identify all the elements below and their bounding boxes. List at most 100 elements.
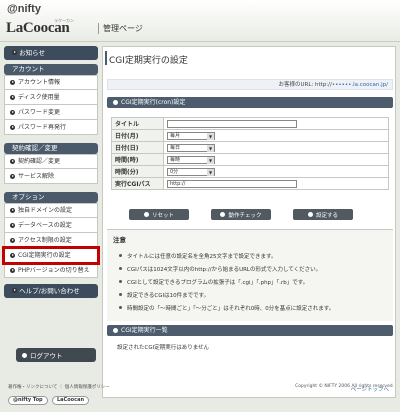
sidebar-item-label: ディスク使用量 xyxy=(18,93,60,101)
arrow-icon xyxy=(10,94,15,100)
note-item: 設定できるCGIは10件までです。 xyxy=(119,291,209,299)
sidebar-item-disk-usage[interactable]: ディスク使用量 xyxy=(4,90,98,105)
sidebar-item-access-limit[interactable]: アクセス制限の設定 xyxy=(4,233,98,248)
customer-url: お客様のURL: http://••••••.la.coocan.jp/ xyxy=(107,79,393,90)
arrow-icon xyxy=(22,352,27,358)
sidebar-item-label: データベースの設定 xyxy=(18,221,72,229)
url-suffix[interactable]: .la.coocan.jp/ xyxy=(351,82,388,88)
header-section-title: 管理ページ xyxy=(98,23,143,34)
title-accent xyxy=(105,51,107,65)
sidebar-item-help[interactable]: ヘルプ/お問い合わせ xyxy=(4,284,98,298)
sidebar-item-label: パスワード変更 xyxy=(18,108,61,116)
submit-label: 設定する xyxy=(315,212,338,219)
note-item: CGIとして設定できるプログラムの拡張子は「.cgi」「.php」「.rb」です… xyxy=(119,278,308,286)
reset-label: リセット xyxy=(151,212,174,219)
path-input[interactable]: http:// xyxy=(167,179,297,188)
note-text: タイトルには任意の設定名を全角25文字まで設定できます。 xyxy=(127,254,277,260)
minute-label: 時間(分) xyxy=(111,165,164,178)
sidebar-item-php-version[interactable]: PHPバージョンの切り替え xyxy=(4,263,98,278)
arrow-icon xyxy=(10,267,15,273)
sidebar-item-label: アクセス制限の設定 xyxy=(18,236,72,244)
day-label: 日付(日) xyxy=(111,141,164,154)
title-label: タイトル xyxy=(111,117,164,130)
arrow-icon xyxy=(10,173,15,179)
option-header: オプション xyxy=(4,192,98,203)
header: @nifty ラクーカン LaCoocan 管理ページ xyxy=(0,0,400,42)
sidebar-item-notice[interactable]: お知らせ xyxy=(4,46,98,60)
sidebar-item-label: CGI定期実行の設定 xyxy=(18,251,71,259)
sidebar-item-password-change[interactable]: パスワード変更 xyxy=(4,105,98,120)
bullet-icon xyxy=(119,253,122,257)
logout-button[interactable]: ログアウト xyxy=(16,348,96,362)
sidebar-item-account-info[interactable]: アカウント情報 xyxy=(4,75,98,90)
note-text: 設定できるCGIは10件までです。 xyxy=(127,293,210,299)
month-label: 日付(月) xyxy=(111,129,164,142)
logout-label: ログアウト xyxy=(30,352,63,360)
check-button[interactable]: 動作チェック xyxy=(211,209,271,220)
lacoocan-footer-logo[interactable]: LaCoocan xyxy=(52,396,89,405)
arrow-icon xyxy=(12,288,17,293)
arrow-icon xyxy=(10,124,15,130)
hour-select[interactable]: 毎時 xyxy=(167,155,215,164)
sidebar-item-cgi-cron[interactable]: CGI定期実行の設定 xyxy=(2,246,100,265)
lacoocan-logo[interactable]: LaCoocan xyxy=(6,20,70,37)
sidebar-item-label: サービス解除 xyxy=(18,172,55,180)
sidebar-item-label: お知らせ xyxy=(19,49,45,57)
note-text: CGIパスは1024文字以内のhttp://から始まるURLの形式で入力してくだ… xyxy=(127,267,322,273)
arrow-icon xyxy=(10,252,15,258)
no-data-text: 設定されたCGI定期実行はありません xyxy=(117,345,210,351)
note-item: CGIパスは1024文字以内のhttp://から始まるURLの形式で入力してくだ… xyxy=(119,265,321,273)
note-text: CGIとして設定できるプログラムの拡張子は「.cgi」「.php」「.rb」です… xyxy=(127,280,309,286)
form-section-bar: CGI定期実行(cron)設定 xyxy=(107,97,393,108)
contract-header: 契約確認／変更 xyxy=(4,143,98,154)
page-title: CGI定期実行の設定 xyxy=(109,56,188,66)
account-header: アカウント xyxy=(4,64,98,75)
sidebar-item-domain[interactable]: 独自ドメインの設定 xyxy=(4,203,98,218)
note-text: 時間設定の「〜時間ごと」「〜分ごと」はそれぞれ0時、0分を基点に設定されます。 xyxy=(127,306,335,312)
arrow-icon xyxy=(10,159,15,164)
main-panel: CGI定期実行の設定 お客様のURL: http://••••••.la.coo… xyxy=(102,46,396,398)
arrow-icon xyxy=(307,212,313,217)
arrow-icon xyxy=(10,208,15,213)
sidebar-item-label: アカウント情報 xyxy=(18,79,61,86)
arrow-icon xyxy=(12,50,17,55)
sidebar-item-cancel-service[interactable]: サービス解除 xyxy=(4,169,98,184)
sidebar-item-label: 独自ドメインの設定 xyxy=(18,207,73,214)
arrow-icon xyxy=(143,212,149,217)
sidebar: お知らせ アカウント アカウント情報 ディスク使用量 パスワード変更 パスワード… xyxy=(2,46,100,298)
minute-select[interactable]: 0分 xyxy=(167,167,215,176)
hour-label: 時間(時) xyxy=(111,153,164,166)
sidebar-item-password-reissue[interactable]: パスワード再発行 xyxy=(4,120,98,135)
list-section-bar: CGI定期実行一覧 xyxy=(107,325,393,336)
copyright: Copyright © NIFTY 2006 All rights reserv… xyxy=(295,384,394,389)
month-select[interactable]: 毎月 xyxy=(167,131,215,140)
bullet-icon xyxy=(119,292,122,296)
sidebar-item-contract[interactable]: 契約確認／変更 xyxy=(4,154,98,169)
bullet-icon xyxy=(119,305,122,309)
url-label: お客様のURL: http:// xyxy=(278,82,332,88)
arrow-icon xyxy=(10,80,15,85)
nifty-top-link[interactable]: @nifty Top xyxy=(8,396,48,405)
url-masked: •••••• xyxy=(331,82,352,88)
notes-heading: 注意 xyxy=(113,236,126,244)
note-item: タイトルには任意の設定名を全角25文字まで設定できます。 xyxy=(119,252,276,260)
cron-form: タイトル 日付(月)毎月 日付(日)毎日 時間(時)毎時 時間(分)0分 実行C… xyxy=(111,117,389,190)
notes-box: 注意 タイトルには任意の設定名を全角25文字まで設定できます。 CGIパスは10… xyxy=(107,229,393,321)
arrow-icon xyxy=(10,222,15,228)
sidebar-item-database[interactable]: データベースの設定 xyxy=(4,218,98,233)
check-label: 動作チェック xyxy=(228,212,262,219)
arrow-icon xyxy=(10,109,15,115)
footer-links[interactable]: 著作権・リンクについて ｜ 個人情報保護ポリシー xyxy=(8,384,110,390)
arrow-icon xyxy=(10,237,15,243)
title-input[interactable] xyxy=(167,119,297,128)
nifty-logo[interactable]: @nifty xyxy=(7,3,41,15)
note-item: 時間設定の「〜時間ごと」「〜分ごと」はそれぞれ0時、0分を基点に設定されます。 xyxy=(119,304,334,312)
bullet-icon xyxy=(119,266,122,270)
arrow-icon xyxy=(220,212,226,217)
day-select[interactable]: 毎日 xyxy=(167,143,215,152)
bullet-icon xyxy=(119,279,122,283)
reset-button[interactable]: リセット xyxy=(129,209,189,220)
sidebar-item-label: ヘルプ/お問い合わせ xyxy=(19,287,80,295)
submit-button[interactable]: 設定する xyxy=(293,209,353,220)
sidebar-item-label: 契約確認／変更 xyxy=(18,158,61,165)
